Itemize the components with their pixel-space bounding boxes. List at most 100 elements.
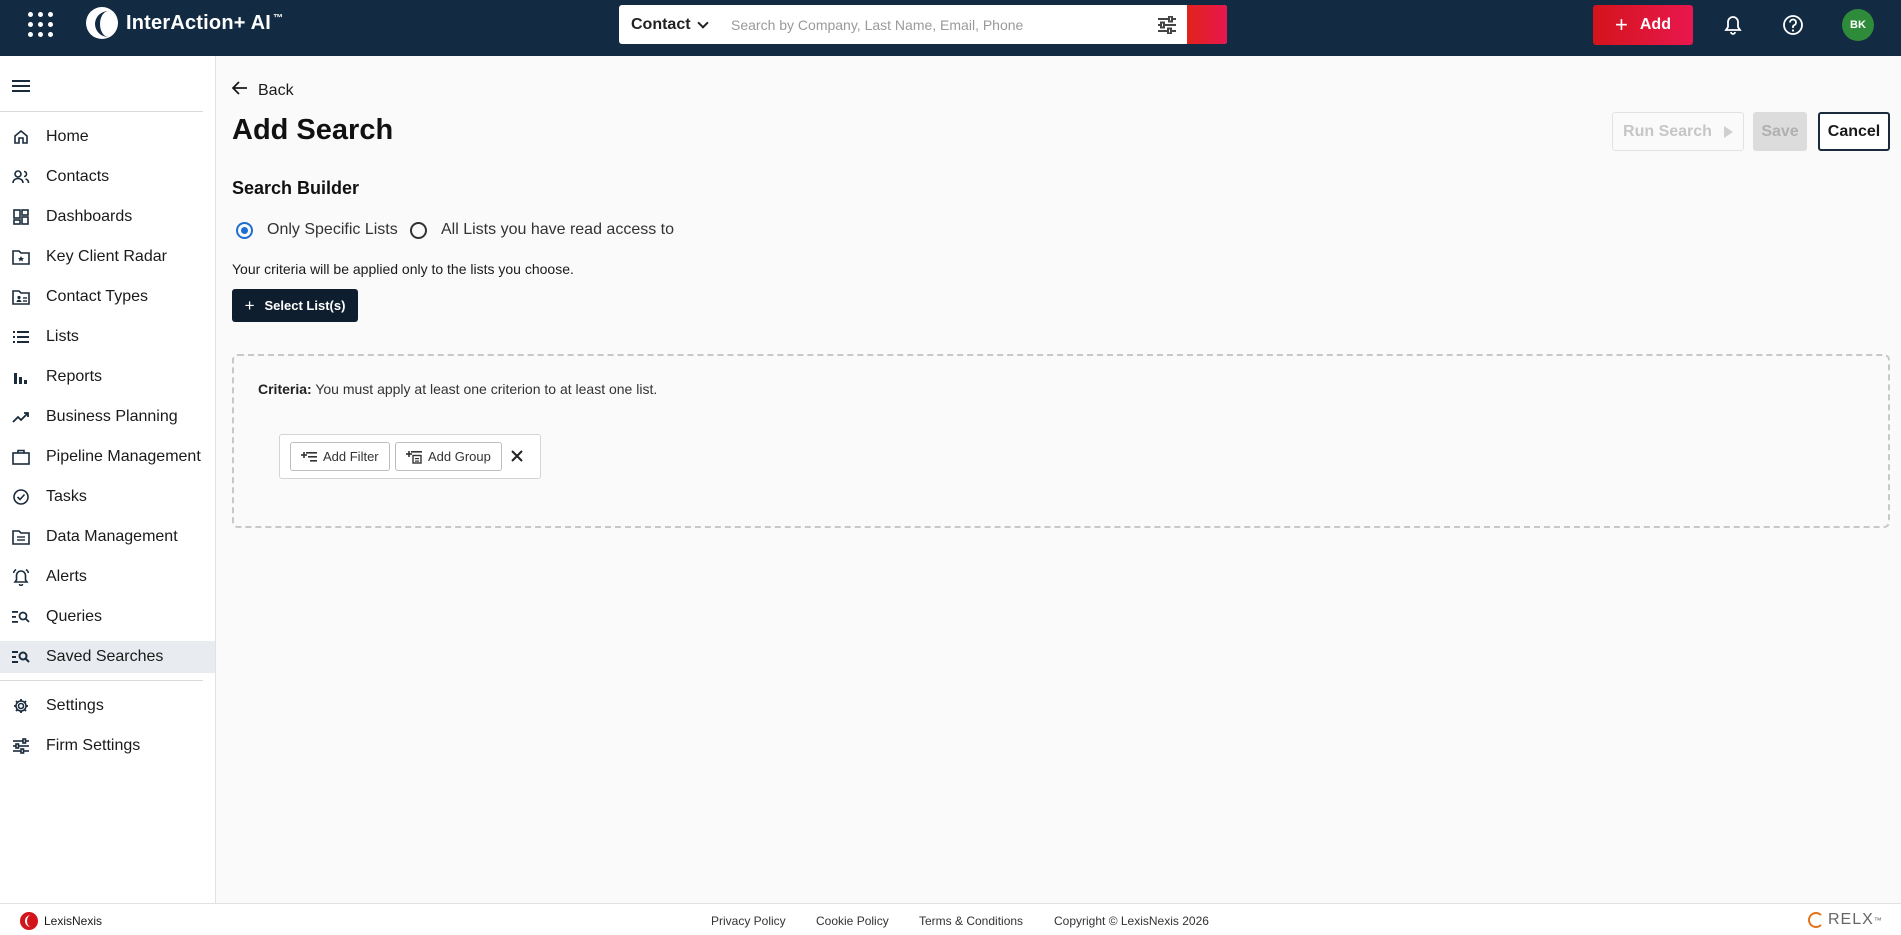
home-icon	[12, 128, 30, 146]
sidebar-item-label: Settings	[46, 697, 104, 714]
sidebar-item-tasks[interactable]: Tasks	[0, 481, 215, 513]
sidebar-item-saved-searches[interactable]: Saved Searches	[0, 641, 215, 673]
cancel-button[interactable]: Cancel	[1818, 112, 1890, 151]
hamburger-menu-icon[interactable]	[12, 80, 30, 94]
sidebar-item-label: Contacts	[46, 168, 110, 185]
back-label: Back	[258, 81, 294, 99]
plus-icon: +	[1615, 12, 1628, 37]
terms-link[interactable]: Terms & Conditions	[919, 914, 1023, 928]
back-link[interactable]: Back	[231, 81, 294, 100]
sidebar: Home Contacts Dashboards Key Client Rada…	[0, 56, 216, 903]
sidebar-item-pipeline-management[interactable]: Pipeline Management	[0, 441, 215, 473]
app-launcher-icon[interactable]	[28, 12, 54, 38]
lexisnexis-logo: LexisNexis	[20, 912, 102, 930]
run-search-button[interactable]: Run Search	[1612, 112, 1744, 151]
sidebar-divider	[0, 111, 203, 112]
add-filter-label: Add Filter	[323, 449, 379, 464]
sidebar-item-label: Queries	[46, 608, 103, 625]
app-name: InterAction+ AI ™	[126, 11, 284, 34]
sidebar-item-label: Saved Searches	[46, 648, 164, 665]
sidebar-item-contacts[interactable]: Contacts	[0, 161, 215, 193]
criteria-panel: Criteria: You must apply at least one cr…	[232, 354, 1890, 528]
user-avatar[interactable]: BK	[1842, 9, 1874, 41]
select-lists-label: Select List(s)	[264, 298, 346, 313]
criteria-hint: Your criteria will be applied only to th…	[232, 261, 574, 277]
sidebar-item-label: Tasks	[46, 488, 87, 505]
sidebar-item-alerts[interactable]: Alerts	[0, 561, 215, 593]
sidebar-item-label: Contact Types	[46, 288, 148, 305]
select-lists-button[interactable]: + Select List(s)	[232, 289, 358, 322]
sidebar-item-label: Firm Settings	[46, 737, 141, 754]
radar-folder-icon	[12, 248, 30, 266]
plus-icon: +	[244, 296, 255, 315]
search-options-icon[interactable]	[1147, 5, 1187, 44]
contacts-icon	[12, 168, 30, 186]
add-filter-icon	[301, 451, 317, 463]
dashboard-icon	[12, 208, 30, 226]
bell-icon[interactable]	[1720, 12, 1746, 38]
copyright: Copyright © LexisNexis 2026	[1054, 914, 1209, 928]
sidebar-item-data-management[interactable]: Data Management	[0, 521, 215, 553]
criteria-text: You must apply at least one criterion to…	[315, 381, 658, 397]
gear-icon	[12, 697, 30, 715]
relx-logo: RELX ™	[1808, 911, 1883, 929]
sidebar-item-contact-types[interactable]: Contact Types	[0, 281, 215, 313]
avatar-initials: BK	[1850, 19, 1866, 31]
radio-only-specific-lists[interactable]: Only Specific Lists	[236, 221, 398, 239]
saved-search-icon	[12, 648, 30, 666]
sidebar-item-lists[interactable]: Lists	[0, 321, 215, 353]
page-title: Add Search	[232, 114, 394, 146]
bar-chart-icon	[12, 368, 30, 386]
sidebar-item-label: Lists	[46, 328, 79, 345]
radio-all-lists[interactable]: All Lists you have read access to	[410, 221, 674, 239]
sidebar-item-dashboards[interactable]: Dashboards	[0, 201, 215, 233]
relx-brand: RELX	[1828, 911, 1874, 928]
sliders-icon	[12, 737, 30, 755]
sidebar-item-label: Key Client Radar	[46, 248, 167, 265]
save-button[interactable]: Save	[1753, 112, 1807, 151]
sidebar-item-queries[interactable]: Queries	[0, 601, 215, 633]
chevron-down-icon	[696, 16, 709, 29]
arrow-left-icon	[231, 81, 248, 100]
cookie-policy-link[interactable]: Cookie Policy	[816, 914, 889, 928]
search-submit-button[interactable]	[1187, 5, 1227, 44]
relx-trademark: ™	[1873, 915, 1883, 925]
alarm-icon	[12, 568, 30, 586]
sidebar-item-reports[interactable]: Reports	[0, 361, 215, 393]
footer: LexisNexis Privacy Policy Cookie Policy …	[0, 903, 1901, 935]
sidebar-item-home[interactable]: Home	[0, 121, 215, 153]
add-button[interactable]: + Add	[1593, 5, 1693, 45]
radio-label: All Lists you have read access to	[441, 221, 675, 238]
list-icon	[12, 328, 30, 346]
help-icon[interactable]	[1780, 12, 1806, 38]
criteria-message: Criteria: You must apply at least one cr…	[258, 381, 657, 397]
query-icon	[12, 608, 30, 626]
radio-checked-icon	[236, 221, 253, 239]
sidebar-item-label: Home	[46, 128, 89, 145]
sidebar-item-label: Alerts	[46, 568, 87, 585]
sidebar-item-label: Reports	[46, 368, 103, 385]
app-logo[interactable]: InterAction+ AI ™	[86, 7, 283, 39]
top-bar: InterAction+ AI™ Contact + Add BK	[0, 0, 1901, 56]
privacy-policy-link[interactable]: Privacy Policy	[711, 914, 786, 928]
contact-types-icon	[12, 288, 30, 306]
close-icon[interactable]	[508, 447, 526, 465]
sidebar-item-label: Dashboards	[46, 208, 133, 225]
global-search: Contact	[619, 5, 1227, 44]
search-type-dropdown[interactable]: Contact	[619, 5, 731, 44]
add-filter-button[interactable]: Add Filter	[290, 442, 390, 471]
sidebar-item-settings[interactable]: Settings	[0, 690, 215, 722]
lexisnexis-mark-icon	[20, 912, 38, 930]
search-input[interactable]	[731, 5, 1147, 44]
sidebar-item-business-planning[interactable]: Business Planning	[0, 401, 215, 433]
radio-unchecked-icon	[410, 221, 427, 239]
sidebar-item-firm-settings[interactable]: Firm Settings	[0, 730, 215, 762]
sidebar-item-key-client-radar[interactable]: Key Client Radar	[0, 241, 215, 273]
lexisnexis-brand: LexisNexis	[44, 914, 103, 928]
briefcase-icon	[12, 448, 30, 466]
add-group-button[interactable]: Add Group	[395, 442, 502, 471]
add-button-label: Add	[1639, 16, 1671, 33]
check-circle-icon	[12, 488, 30, 506]
criteria-group: Add Filter Add Group	[279, 434, 541, 479]
sidebar-item-label: Data Management	[46, 528, 178, 545]
